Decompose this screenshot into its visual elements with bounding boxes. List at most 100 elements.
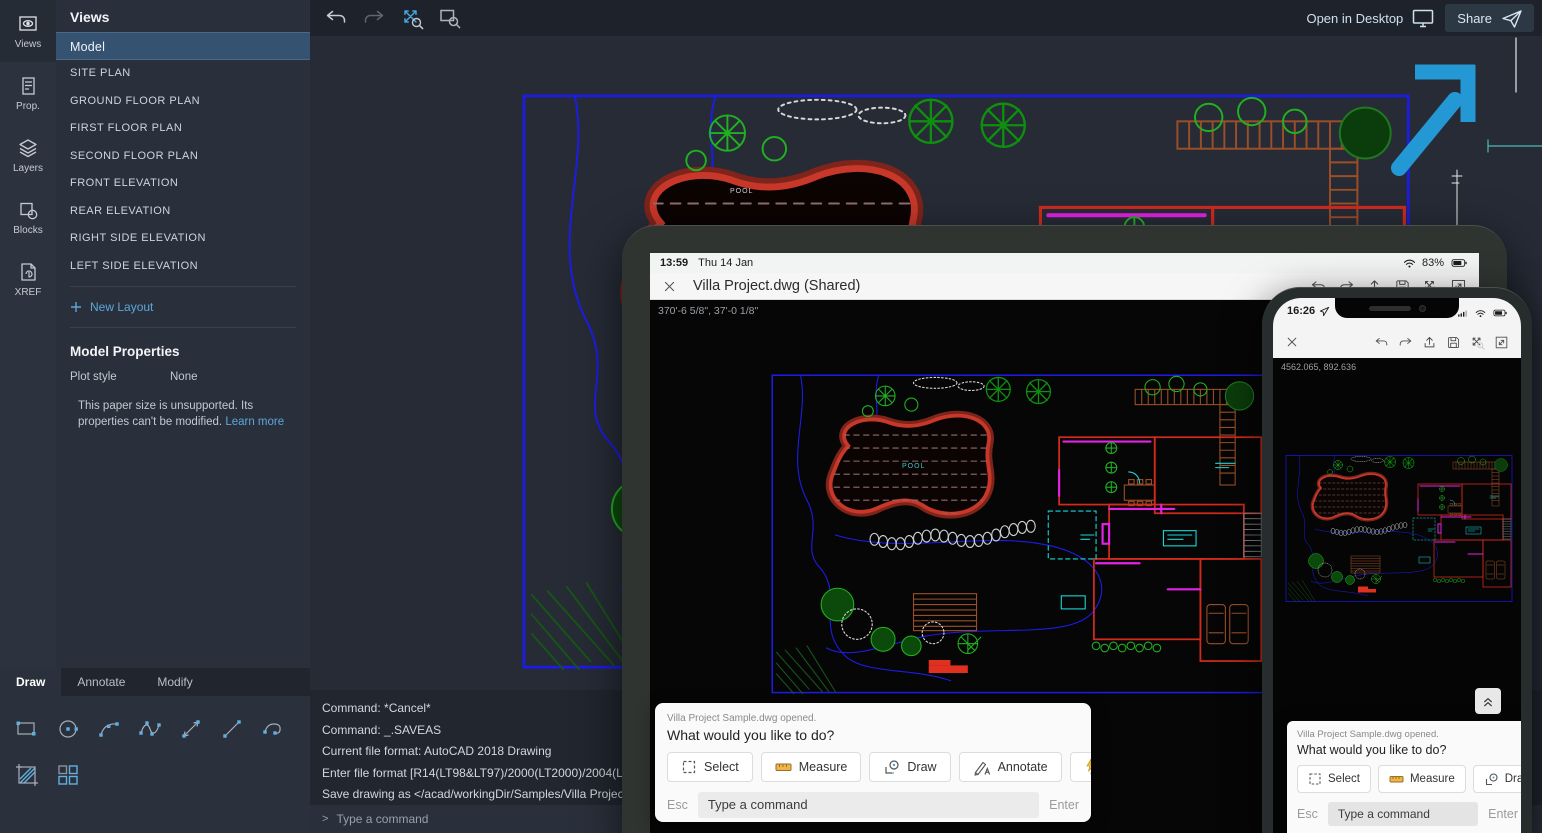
select-icon (681, 759, 697, 775)
annotate-pen-icon (973, 759, 991, 776)
circle-tool-button[interactable] (47, 706, 88, 752)
enter-button[interactable]: Enter (1488, 807, 1518, 821)
collapse-panel-button[interactable] (1475, 688, 1501, 714)
block-insert-tool-button[interactable] (47, 752, 88, 798)
monitor-icon (1411, 6, 1435, 30)
quick-trim-button[interactable]: Quick Trim (1070, 752, 1091, 782)
tab-annotate[interactable]: Annotate (61, 668, 141, 696)
divider (70, 286, 296, 287)
undo-button[interactable] (1374, 335, 1389, 350)
new-layout-button[interactable]: New Layout (56, 293, 310, 321)
phone-site-plan (1285, 454, 1515, 604)
arc-tool-button[interactable] (88, 706, 129, 752)
draw-icon (1484, 772, 1499, 787)
views-panel-title: Views (56, 0, 310, 32)
wifi-icon (1474, 307, 1487, 320)
view-item-second-floor[interactable]: SECOND FLOOR PLAN (56, 143, 310, 171)
draw-label: Draw (907, 760, 936, 774)
plot-style-row: Plot style None (56, 367, 310, 387)
view-item-ground-floor[interactable]: GROUND FLOOR PLAN (56, 88, 310, 116)
line-tool-button[interactable] (211, 706, 252, 752)
learn-more-link[interactable]: Learn more (225, 416, 284, 428)
rail-label: Layers (13, 163, 43, 174)
tab-modify[interactable]: Modify (141, 668, 208, 696)
paper-size-warning: This paper size is unsupported. Its prop… (56, 387, 304, 430)
opened-message: Villa Project Sample.dwg opened. (1297, 729, 1518, 740)
tablet-time: 13:59 (660, 257, 688, 269)
quick-trim-icon (1084, 758, 1091, 776)
phone-canvas[interactable]: 4562.065, 892.636 (1273, 358, 1521, 718)
battery-icon (1449, 255, 1469, 271)
front-camera (1419, 305, 1426, 312)
left-icon-rail: Views Prop. Layers Blocks XREF (0, 0, 56, 668)
expand-button[interactable] (1494, 335, 1509, 350)
view-item-left-side-elevation[interactable]: LEFT SIDE ELEVATION (56, 253, 310, 281)
esc-button[interactable]: Esc (667, 798, 688, 812)
pool-label: POOL (902, 463, 925, 470)
measure-label: Measure (1410, 773, 1455, 785)
views-panel: Views Model SITE PLAN GROUND FLOOR PLAN … (56, 0, 310, 668)
action-buttons: Select Measure Draw Annotate Quick Trim (667, 752, 1091, 782)
phone-device: 16:26 4562.065, 892 (1262, 287, 1532, 833)
close-icon[interactable] (1285, 335, 1299, 349)
plot-style-label: Plot style (70, 371, 170, 383)
draw-button[interactable]: Draw (869, 752, 950, 782)
view-item-model[interactable]: Model (56, 32, 310, 60)
tab-draw[interactable]: Draw (0, 668, 61, 696)
measure-button[interactable]: Measure (761, 752, 862, 782)
command-input[interactable]: Type a command (698, 792, 1039, 818)
command-input[interactable]: Type a command (1328, 802, 1478, 826)
phone-coordinates: 4562.065, 892.636 (1281, 362, 1356, 372)
rail-item-views[interactable]: Views (0, 0, 56, 62)
draw-tool-grid (0, 696, 310, 808)
phone-toolbar (1273, 326, 1521, 358)
view-item-front-elevation[interactable]: FRONT ELEVATION (56, 170, 310, 198)
arc-continue-tool-button[interactable] (252, 706, 293, 752)
redo-button[interactable] (362, 6, 386, 30)
redo-button[interactable] (1398, 335, 1413, 350)
dimension-tool-button[interactable] (170, 706, 211, 752)
view-item-rear-elevation[interactable]: REAR ELEVATION (56, 198, 310, 226)
upload-button[interactable] (1422, 335, 1437, 350)
enter-button[interactable]: Enter (1049, 798, 1079, 812)
annotate-button[interactable]: Annotate (959, 752, 1062, 782)
model-properties-title: Model Properties (56, 334, 310, 367)
rail-item-layers[interactable]: Layers (0, 124, 56, 186)
zoom-extents-button[interactable] (400, 6, 424, 30)
share-label: Share (1457, 11, 1492, 26)
blocks-icon (17, 199, 39, 221)
assistant-question: What would you like to do? (1297, 743, 1518, 757)
phone-top-bar: 16:26 (1273, 298, 1521, 358)
save-button[interactable] (1446, 335, 1461, 350)
rail-item-xref[interactable]: XREF (0, 248, 56, 310)
select-button[interactable]: Select (667, 752, 753, 782)
draw-button[interactable]: Draw (1473, 765, 1521, 793)
zoom-extents-button[interactable] (1470, 335, 1485, 350)
pool-label: POOL (730, 188, 753, 195)
rail-item-blocks[interactable]: Blocks (0, 186, 56, 248)
rail-label: Prop. (16, 101, 40, 112)
rectangle-tool-button[interactable] (6, 706, 47, 752)
spline-tool-button[interactable] (129, 706, 170, 752)
rail-item-properties[interactable]: Prop. (0, 62, 56, 124)
view-item-right-side-elevation[interactable]: RIGHT SIDE ELEVATION (56, 225, 310, 253)
phone-screen: 16:26 4562.065, 892 (1273, 298, 1521, 833)
view-item-site-plan[interactable]: SITE PLAN (56, 60, 310, 88)
phone-time: 16:26 (1287, 305, 1315, 317)
undo-button[interactable] (324, 6, 348, 30)
tablet-battery-percent: 83% (1422, 257, 1444, 269)
close-icon[interactable] (662, 279, 677, 294)
open-in-desktop-button[interactable]: Open in Desktop (1306, 6, 1435, 30)
draw-icon (883, 759, 900, 776)
measure-button[interactable]: Measure (1378, 765, 1466, 793)
annotate-label: Annotate (998, 760, 1048, 774)
select-button[interactable]: Select (1297, 765, 1371, 793)
draw-label: Draw (1505, 773, 1521, 785)
share-button[interactable]: Share (1445, 4, 1534, 32)
phone-notch (1335, 298, 1459, 318)
zoom-window-button[interactable] (438, 6, 462, 30)
view-item-first-floor[interactable]: FIRST FLOOR PLAN (56, 115, 310, 143)
divider (70, 327, 296, 328)
esc-button[interactable]: Esc (1297, 807, 1318, 821)
hatch-tool-button[interactable] (6, 752, 47, 798)
